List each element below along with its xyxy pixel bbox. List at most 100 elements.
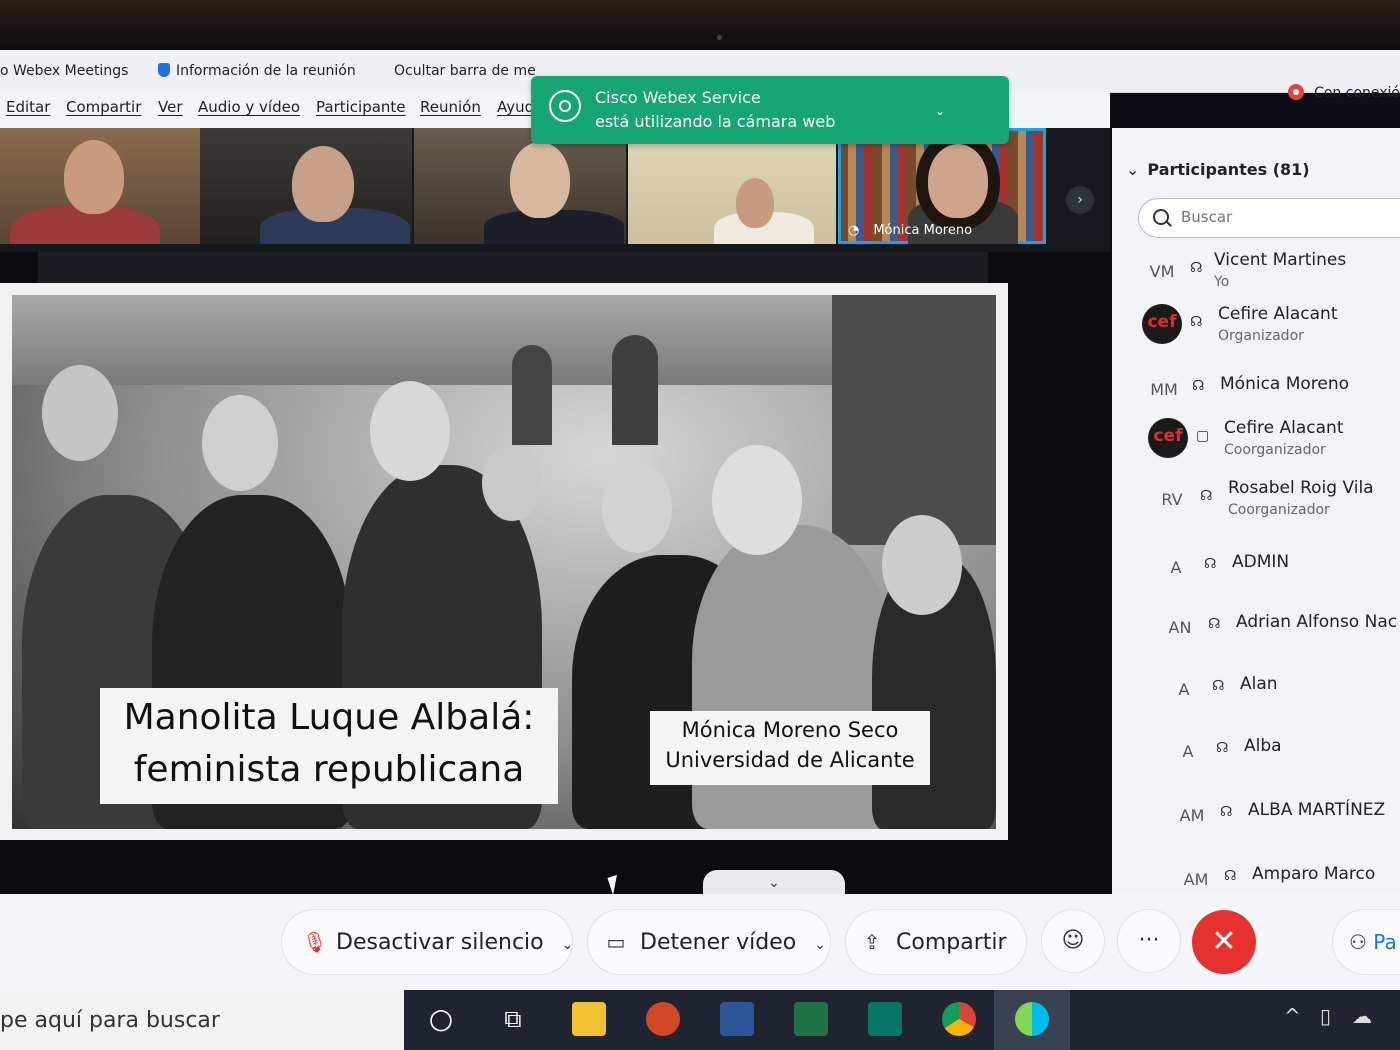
- video-tile-2[interactable]: [200, 128, 412, 244]
- search-icon: [1153, 209, 1169, 225]
- word-icon[interactable]: [720, 1002, 754, 1036]
- chevron-up-icon[interactable]: ^: [1284, 1004, 1301, 1028]
- headset-icon: ☊: [1192, 378, 1205, 394]
- participant-name: Alan: [1240, 674, 1278, 694]
- notification-title: Cisco Webex Service: [595, 88, 761, 107]
- chrome-icon[interactable]: [942, 1002, 976, 1036]
- more-options-button[interactable]: ···: [1118, 910, 1180, 972]
- slide-institution: Universidad de Alicante: [665, 748, 915, 772]
- connection-icon: [1288, 84, 1305, 100]
- participant-name: ALBA MARTÍNEZ: [1248, 800, 1386, 820]
- video-tile-3[interactable]: [414, 128, 626, 244]
- participant-body: [484, 210, 624, 244]
- stop-video-button[interactable]: ▭ Detener vídeo ⌄: [588, 910, 830, 974]
- participant-row[interactable]: cef ☊ Cefire Alacant Organizador: [1142, 304, 1400, 348]
- video-tile-4[interactable]: [628, 128, 836, 244]
- headset-icon: ☊: [1216, 740, 1229, 756]
- participant-face: [928, 144, 988, 218]
- menu-audio-video[interactable]: Audio y vídeo: [198, 98, 300, 116]
- participant-name: Alba: [1244, 736, 1282, 756]
- headset-icon: ☊: [1212, 678, 1225, 694]
- windows-taskbar: pe aquí para buscar ○ ⧉ ^ ▯ ☁: [0, 990, 1400, 1050]
- active-speaker-label: ◔ Mónica Moreno: [848, 223, 973, 238]
- shield-icon: [158, 63, 170, 77]
- menu-participante[interactable]: Participante: [316, 98, 406, 116]
- menu-ver[interactable]: Ver: [158, 98, 183, 116]
- chevron-down-icon: ⌄: [1126, 160, 1140, 179]
- avatar: cef: [1142, 304, 1182, 344]
- cloud-icon[interactable]: ☁: [1352, 1004, 1372, 1028]
- webcam-dot: [717, 35, 722, 40]
- device-icon[interactable]: ▯: [1320, 1004, 1331, 1028]
- next-videos-button[interactable]: ›: [1066, 186, 1094, 214]
- menu-reunion[interactable]: Reunión: [420, 98, 481, 116]
- mute-button[interactable]: 🎙 Desactivar silencio ⌄: [282, 910, 574, 974]
- slide-title-line2: feminista republicana: [133, 749, 525, 790]
- cortana-icon[interactable]: ○: [424, 1000, 458, 1038]
- participant-row[interactable]: RV ☊ Rosabel Roig Vila Coorganizador: [1152, 478, 1400, 522]
- person-icon: ⚇: [1349, 930, 1374, 954]
- participant-name: Amparo Marco: [1252, 864, 1376, 884]
- participant-role: Coorganizador: [1224, 442, 1326, 458]
- microphone-muted-icon: 🎙: [302, 930, 328, 954]
- avatar: AN: [1168, 618, 1192, 637]
- participant-row[interactable]: AN ☊ Adrian Alfonso Nac: [1160, 606, 1400, 650]
- participant-face: [64, 140, 124, 214]
- taskbar-search-box[interactable]: pe aquí para buscar: [0, 990, 404, 1050]
- meeting-info-button[interactable]: Información de la reunión: [158, 63, 356, 79]
- headset-icon: ☊: [1204, 556, 1217, 572]
- avatar: RV: [1161, 490, 1183, 509]
- slide-title: Manolita Luque Albalá: feminista republi…: [100, 688, 558, 804]
- menu-editar[interactable]: Editar: [6, 98, 50, 116]
- webcam-notification[interactable]: Cisco Webex Service está utilizando la c…: [531, 76, 1009, 144]
- participant-row[interactable]: cef ▢ Cefire Alacant Coorganizador: [1148, 418, 1400, 462]
- avatar: MM: [1150, 380, 1178, 399]
- notification-message: está utilizando la cámara web: [595, 112, 836, 131]
- avatar: cef: [1148, 418, 1188, 458]
- reactions-button[interactable]: ☺: [1042, 910, 1104, 972]
- audio-icon: ◔: [848, 223, 860, 238]
- connection-status[interactable]: Con conexió: [1288, 84, 1400, 101]
- app-title: o Webex Meetings: [0, 63, 129, 79]
- participant-row[interactable]: A ☊ ADMIN: [1156, 546, 1400, 590]
- search-input[interactable]: [1179, 207, 1400, 227]
- file-explorer-icon[interactable]: [572, 1002, 606, 1036]
- slide-author: Mónica Moreno Seco: [681, 718, 899, 742]
- collapse-controls-tab[interactable]: ⌄: [703, 870, 845, 896]
- video-tile-active-speaker[interactable]: ◔ Mónica Moreno: [838, 128, 1046, 244]
- menu-compartir[interactable]: Compartir: [66, 98, 141, 116]
- task-view-icon[interactable]: ⧉: [496, 1000, 530, 1038]
- participant-search[interactable]: [1138, 198, 1400, 238]
- participant-role: Organizador: [1218, 328, 1304, 344]
- headset-icon: ☊: [1190, 260, 1203, 276]
- video-tile-1[interactable]: [0, 128, 200, 244]
- chevron-down-icon[interactable]: ⌄: [814, 937, 826, 953]
- hide-bar-button[interactable]: Ocultar barra de me: [394, 63, 536, 79]
- participants-button[interactable]: ⚇ Pa: [1333, 910, 1400, 974]
- participant-row[interactable]: MM ☊ Mónica Moreno: [1144, 368, 1400, 412]
- avatar: A: [1170, 558, 1182, 577]
- avatar: A: [1182, 742, 1194, 761]
- powerpoint-icon[interactable]: [646, 1002, 680, 1036]
- headset-icon: ☊: [1224, 868, 1237, 884]
- participants-header[interactable]: ⌄ Participantes (81): [1126, 160, 1310, 179]
- participant-row[interactable]: AM ☊ ALBA MARTÍNEZ: [1172, 794, 1400, 838]
- participant-row[interactable]: A ☊ Alba: [1168, 730, 1400, 774]
- participants-panel: ⌄Participantes (81) VM ☊ Vicent Martines…: [1112, 128, 1400, 894]
- chevron-down-icon[interactable]: ⌄: [562, 937, 574, 953]
- participant-face: [292, 146, 354, 222]
- menu-ayuda[interactable]: Ayud: [497, 98, 534, 116]
- leave-meeting-button[interactable]: ✕: [1192, 910, 1256, 974]
- close-icon: ✕: [1211, 924, 1237, 959]
- participant-row[interactable]: VM ☊ Vicent Martines Yo: [1142, 250, 1400, 294]
- publisher-icon[interactable]: [868, 1002, 902, 1036]
- participant-row[interactable]: A ☊ Alan: [1164, 668, 1400, 712]
- share-button[interactable]: ⇪ Compartir: [846, 910, 1026, 974]
- participant-face: [736, 178, 774, 228]
- participant-name: Mónica Moreno: [1220, 374, 1350, 394]
- excel-icon[interactable]: [794, 1002, 828, 1036]
- participant-face: [510, 142, 570, 218]
- webex-icon[interactable]: [1015, 1002, 1049, 1036]
- chevron-down-icon[interactable]: ⌄: [935, 104, 945, 118]
- headset-icon: ☊: [1190, 314, 1203, 330]
